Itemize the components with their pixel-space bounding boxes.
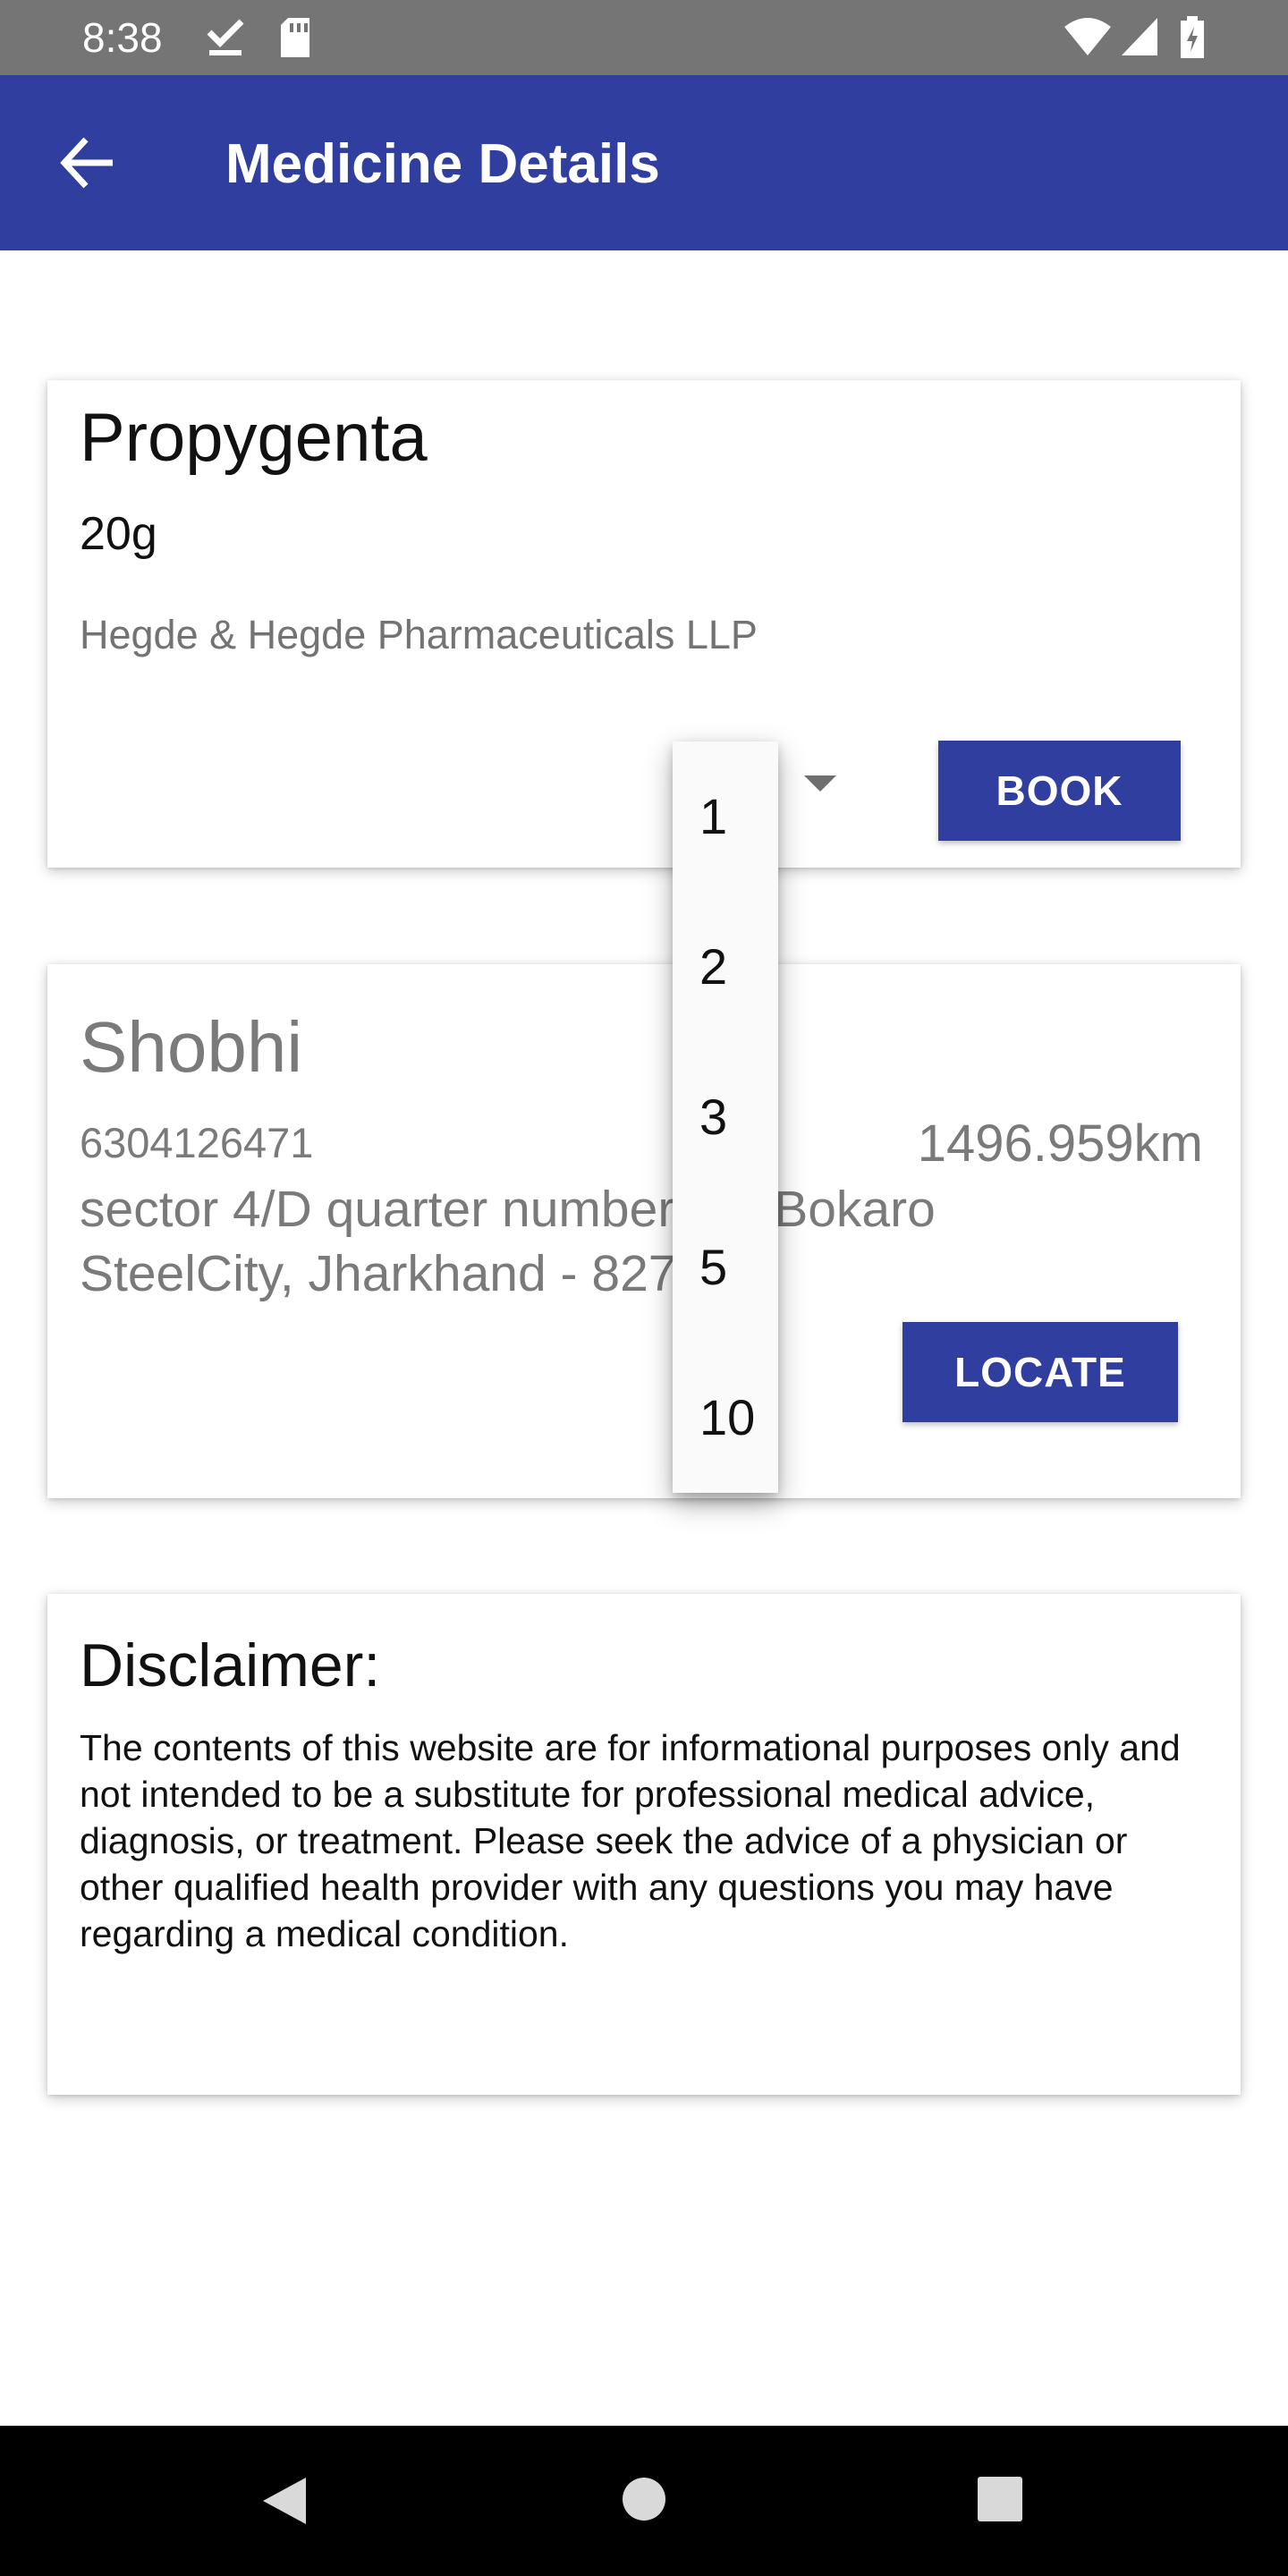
back-triangle-icon[interactable] [259,2474,309,2528]
store-card: Shobhi 6304126471 1496.959km sector 4/D … [47,964,1241,1498]
battery-icon [1181,16,1204,58]
quantity-option-5[interactable]: 5 [673,1192,778,1343]
disclaimer-card: Disclaimer: The contents of this website… [47,1594,1241,2095]
locate-button[interactable]: LOCATE [902,1322,1178,1422]
status-bar: 8:38 [0,0,1288,75]
app-bar: Medicine Details [0,75,1288,250]
quantity-dropdown-menu: 1 2 3 5 10 [673,741,778,1493]
medicine-name: Propygenta [80,400,428,476]
recents-square-icon[interactable] [977,2476,1023,2522]
sd-card-icon [281,18,309,57]
book-button[interactable]: BOOK [938,741,1181,841]
store-address: sector 4/D quarter number 24, Bokaro Ste… [80,1181,936,1302]
quantity-option-2[interactable]: 2 [673,892,778,1042]
store-distance: 1496.959km [917,1114,1203,1173]
store-phone: 6304126471 [80,1119,314,1166]
arrow-back-icon[interactable] [55,131,120,195]
page-title: Medicine Details [225,133,660,195]
medicine-manufacturer: Hegde & Hegde Pharmaceuticals LLP [80,612,758,657]
quantity-option-1[interactable]: 1 [673,741,778,892]
disclaimer-text: The contents of this website are for inf… [80,1727,1181,1954]
download-done-icon [207,19,244,55]
store-name: Shobhi [80,1007,303,1087]
medicine-card: Propygenta 20g Hegde & Hegde Pharmaceuti… [47,380,1241,868]
disclaimer-title: Disclaimer: [80,1631,381,1699]
home-circle-icon[interactable] [621,2476,667,2522]
navigation-bar [0,2426,1288,2576]
wifi-icon [1064,18,1111,55]
quantity-option-3[interactable]: 3 [673,1042,778,1192]
dropdown-arrow-icon[interactable] [804,775,836,792]
medicine-quantity: 20g [80,508,157,560]
status-time: 8:38 [82,14,163,61]
quantity-option-10[interactable]: 10 [673,1343,778,1493]
signal-icon [1122,18,1157,55]
